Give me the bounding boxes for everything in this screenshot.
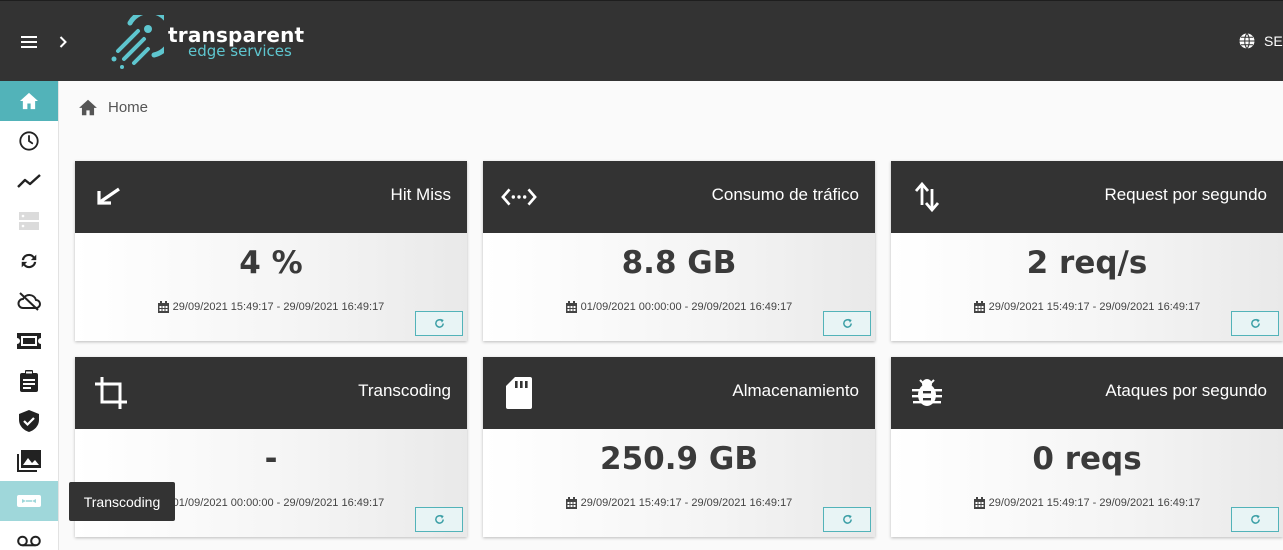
hit-miss-card: Hit Miss 4 % 29/09/2021 15:49:17 - 29/09… — [75, 161, 467, 341]
card-value: 8.8 GB — [621, 245, 737, 281]
sidebar-item-reports[interactable] — [0, 361, 58, 401]
card-value: - — [264, 441, 278, 477]
sidebar-item-history[interactable] — [0, 121, 58, 161]
home-icon — [79, 99, 97, 116]
sidebar-tooltip: Transcoding — [69, 482, 175, 521]
clipboard-icon — [20, 370, 38, 392]
card-value: 0 reqs — [1032, 441, 1142, 477]
traffic-consumption-card: Consumo de tráfico 8.8 GB 01/09/2021 00:… — [483, 161, 875, 341]
refresh-icon — [1250, 514, 1260, 524]
shield-icon — [19, 410, 39, 432]
refresh-icon — [434, 514, 444, 524]
card-date-range: 29/09/2021 15:49:17 - 29/09/2021 16:49:1… — [483, 497, 875, 509]
sidebar-item-transcoding[interactable] — [0, 481, 58, 521]
card-date-range: 01/09/2021 00:00:00 - 29/09/2021 16:49:1… — [483, 301, 875, 313]
bug-icon — [909, 375, 945, 411]
call-received-icon — [93, 179, 129, 215]
sidebar-item-sync[interactable] — [0, 241, 58, 281]
card-date-range: 29/09/2021 15:49:17 - 29/09/2021 16:49:1… — [891, 301, 1283, 313]
sidebar-item-security[interactable] — [0, 401, 58, 441]
brand-logo[interactable]: transparent edge services — [108, 15, 304, 69]
calendar-icon — [565, 301, 577, 313]
servers-icon — [19, 212, 39, 230]
sidebar-item-ticket[interactable] — [0, 321, 58, 361]
brand-tagline: edge services — [188, 42, 292, 60]
refresh-button[interactable] — [415, 311, 463, 336]
sd-card-icon — [501, 375, 537, 411]
sidebar-item-servers[interactable] — [0, 201, 58, 241]
refresh-icon — [1250, 318, 1260, 328]
sidebar-item-voicemail[interactable] — [0, 521, 58, 550]
card-date-range: 29/09/2021 15:49:17 - 29/09/2021 16:49:1… — [891, 497, 1283, 509]
sidebar-item-cloud[interactable] — [0, 281, 58, 321]
voicemail-icon — [17, 535, 41, 547]
card-title: Almacenamiento — [732, 381, 859, 400]
card-title: Ataques por segundo — [1105, 381, 1267, 400]
attacks-per-second-card: Ataques por segundo 0 reqs 29/09/2021 15… — [891, 357, 1283, 537]
breadcrumb[interactable]: Home — [78, 99, 148, 116]
trending-icon — [17, 174, 41, 188]
brand-mark-icon — [111, 15, 164, 69]
swap-vert-icon — [909, 179, 945, 215]
calendar-icon — [157, 301, 169, 313]
calendar-icon — [973, 497, 985, 509]
globe-icon — [1239, 33, 1255, 49]
clock-icon — [19, 131, 39, 151]
refresh-button[interactable] — [415, 507, 463, 532]
top-bar: transparent edge services SE — [0, 0, 1283, 81]
photo-library-icon — [17, 450, 41, 472]
card-title: Transcoding — [358, 381, 451, 400]
home-icon — [20, 92, 38, 110]
sync-icon — [21, 253, 37, 269]
ticket-icon — [17, 333, 41, 349]
language-selector[interactable]: SE — [1238, 32, 1283, 50]
refresh-icon — [434, 318, 444, 328]
refresh-button[interactable] — [823, 311, 871, 336]
chevron-right-icon — [59, 36, 67, 48]
card-value: 4 % — [239, 245, 303, 281]
refresh-button[interactable] — [823, 507, 871, 532]
card-value: 250.9 GB — [600, 441, 758, 477]
refresh-button[interactable] — [1231, 311, 1279, 336]
sidebar-item-images[interactable] — [0, 441, 58, 481]
language-label: SE — [1264, 33, 1283, 49]
storage-card: Almacenamiento 250.9 GB 29/09/2021 15:49… — [483, 357, 875, 537]
sidebar-item-home[interactable] — [0, 81, 58, 121]
refresh-icon — [842, 514, 852, 524]
menu-icon — [21, 36, 37, 48]
card-title: Request por segundo — [1104, 185, 1267, 204]
sidebar — [0, 81, 59, 550]
menu-button[interactable] — [14, 29, 44, 55]
card-title: Hit Miss — [390, 185, 451, 204]
calendar-icon — [565, 497, 577, 509]
breadcrumb-home: Home — [108, 99, 149, 116]
refresh-button[interactable] — [1231, 507, 1279, 532]
card-date-range: 29/09/2021 15:49:17 - 29/09/2021 16:49:1… — [75, 301, 467, 313]
card-title: Consumo de tráfico — [711, 185, 859, 204]
calendar-icon — [973, 301, 985, 313]
card-value: 2 req/s — [1026, 245, 1148, 281]
expand-sidebar-button[interactable] — [52, 29, 74, 55]
refresh-icon — [842, 318, 852, 328]
settings-ethernet-icon — [501, 179, 537, 215]
crop-icon — [93, 375, 129, 411]
requests-per-second-card: Request por segundo 2 req/s 29/09/2021 1… — [891, 161, 1283, 341]
video-transcoding-icon — [17, 495, 41, 507]
cloud-off-icon — [17, 292, 41, 311]
sidebar-item-statistics[interactable] — [0, 161, 58, 201]
